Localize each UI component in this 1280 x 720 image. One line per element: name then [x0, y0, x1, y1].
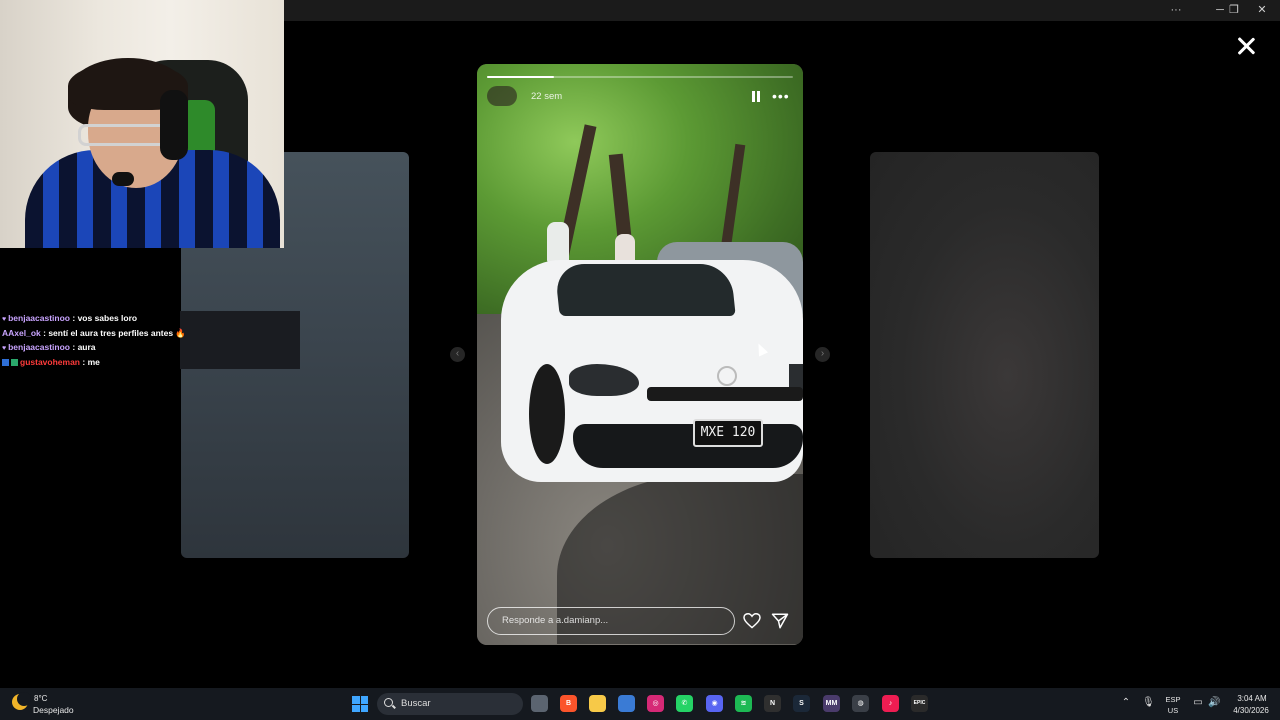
taskbar-search-label: Buscar: [401, 698, 431, 709]
car-wheel: [529, 364, 565, 464]
language-indicator[interactable]: ESP: [1162, 695, 1184, 704]
story-reply-input[interactable]: Responde a a.damianp...: [487, 607, 735, 635]
window-close-button[interactable]: ✕: [1248, 0, 1276, 21]
search-icon: [384, 698, 393, 707]
chevron-up-icon[interactable]: ⌃: [1120, 697, 1132, 709]
chat-text: : sentí el aura tres perfiles antes 🔥: [43, 327, 186, 338]
story-author-avatar[interactable]: [487, 86, 517, 106]
background-person: [615, 234, 635, 262]
moon-icon[interactable]: [12, 692, 31, 710]
close-icon[interactable]: [1232, 32, 1260, 60]
microphone-icon[interactable]: 🎙: [1142, 697, 1155, 709]
chat-message: ♥ benjaacastinoo : vos sabes loro: [2, 313, 138, 323]
car-grille: [647, 387, 803, 401]
more-options-window-icon[interactable]: ···: [1162, 0, 1190, 21]
windows-start-icon[interactable]: [352, 696, 368, 712]
story-progress-fill: [487, 76, 555, 78]
file-explorer-icon[interactable]: [589, 695, 606, 712]
weather-description[interactable]: Despejado: [33, 705, 74, 715]
spotify-icon[interactable]: ≋: [735, 695, 752, 712]
whatsapp-icon[interactable]: ✆: [676, 695, 693, 712]
story-viewer[interactable]: MXE 120 22 sem ••• Responde a a.damianp.…: [477, 64, 803, 645]
story-progress-bar: [487, 76, 793, 78]
mm-app-icon[interactable]: MM: [823, 695, 840, 712]
send-icon[interactable]: [771, 612, 789, 630]
steam-icon[interactable]: S: [793, 695, 810, 712]
epic-games-icon[interactable]: EPIC: [911, 695, 928, 712]
brave-icon[interactable]: B: [560, 695, 577, 712]
next-story-card[interactable]: [870, 152, 1099, 558]
tiktok-icon[interactable]: ♪: [882, 695, 899, 712]
license-plate: MXE 120: [693, 419, 763, 447]
screen: ··· ─ ❐ ✕ ♥ benjaacastinoo : vos sabes l…: [0, 0, 1280, 720]
task-view-icon[interactable]: [531, 695, 548, 712]
car-logo-icon: [717, 366, 737, 386]
chat-badge-icon: [2, 358, 9, 366]
story-timestamp: 22 sem: [531, 91, 563, 102]
stream-chat: ♥ benjaacastinoo : vos sabes loro AAxel_…: [2, 311, 302, 369]
chat-message: ♥ benjaacastinoo : aura: [2, 342, 96, 352]
chat-username: benjaacastinoo: [8, 342, 70, 352]
pause-icon[interactable]: [751, 91, 761, 102]
network-icon[interactable]: ▭: [1192, 697, 1204, 709]
region-indicator[interactable]: US: [1162, 706, 1184, 715]
window-titlebar: ··· ─ ❐ ✕: [284, 0, 1280, 21]
instagram-icon[interactable]: ◎: [647, 695, 664, 712]
chat-message: AAxel_ok : sentí el aura tres perfiles a…: [2, 326, 302, 341]
webcam-overlay: [0, 0, 284, 248]
discord-icon[interactable]: ◉: [706, 695, 723, 712]
clock-date[interactable]: 4/30/2026: [1228, 706, 1274, 715]
story-prev-button[interactable]: ‹: [450, 347, 465, 362]
story-next-button[interactable]: ›: [815, 347, 830, 362]
chat-username: gustavoheman: [20, 356, 80, 367]
notion-icon[interactable]: N: [764, 695, 781, 712]
clock-time[interactable]: 3:04 AM: [1230, 694, 1274, 703]
taskbar-search-input[interactable]: [377, 693, 523, 715]
chrome-icon[interactable]: ◍: [852, 695, 869, 712]
restore-button[interactable]: ❐: [1220, 0, 1248, 21]
more-options-icon[interactable]: •••: [772, 89, 790, 103]
heart-icon[interactable]: [743, 613, 761, 629]
chat-text: : aura: [72, 342, 96, 352]
headset: [160, 90, 188, 160]
microphone: [112, 172, 134, 186]
car-bumper: [573, 424, 803, 468]
chat-username: benjaacastinoo: [8, 313, 70, 323]
weather-temperature[interactable]: 8°C: [34, 694, 47, 703]
chat-badge-icon: [11, 358, 18, 366]
car-windshield: [554, 264, 736, 316]
chat-username: AAxel_ok: [2, 327, 41, 338]
chat-text: : vos sabes loro: [72, 313, 138, 323]
chat-message: gustavoheman : me: [2, 355, 302, 370]
taskbar: [0, 688, 1280, 720]
background-person: [547, 222, 569, 262]
chat-text: : me: [82, 356, 100, 367]
microsoft-store-icon[interactable]: [618, 695, 635, 712]
volume-icon[interactable]: 🔊: [1208, 697, 1220, 709]
